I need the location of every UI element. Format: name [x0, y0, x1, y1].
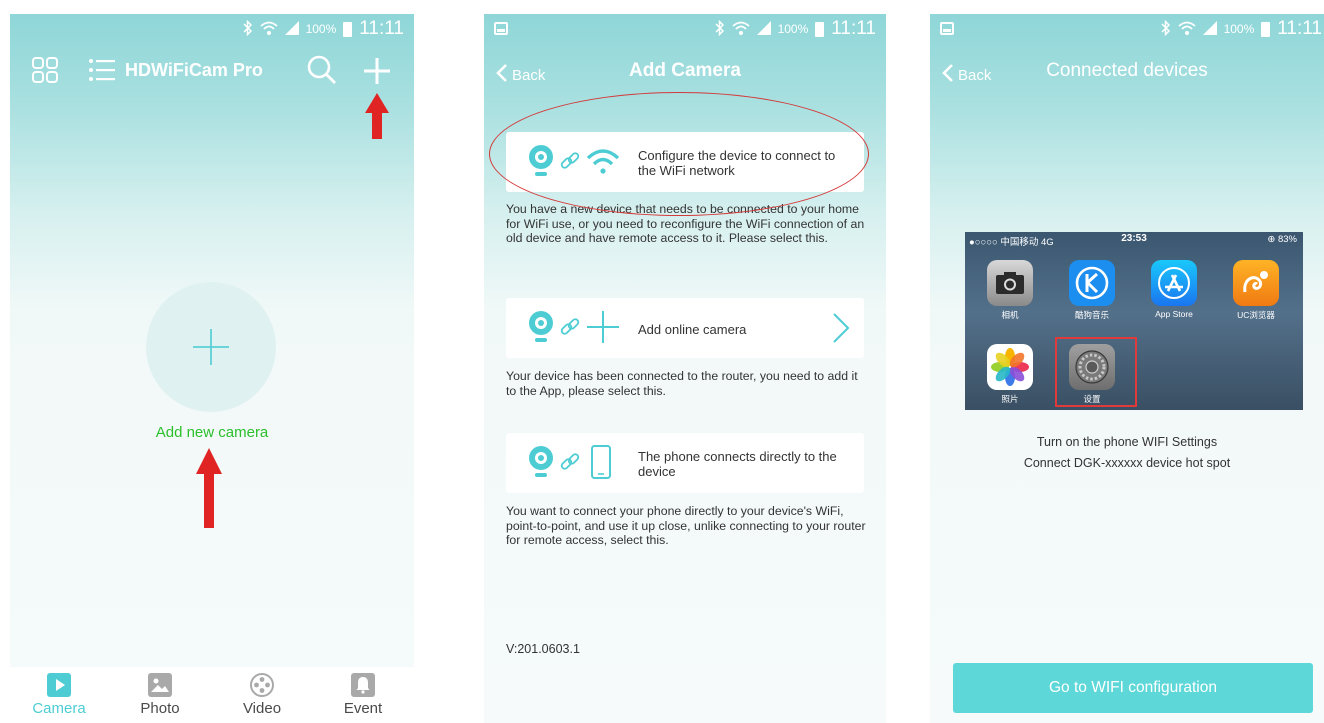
clock: 11:11 [1277, 18, 1322, 39]
grid-view-icon[interactable] [32, 57, 58, 83]
annotation-arrow-up-icon [365, 93, 389, 144]
signal-icon [1202, 20, 1217, 38]
annotation-arrow-up-icon [196, 448, 222, 533]
tab-camera[interactable]: Camera [19, 673, 99, 717]
wifi-status-icon [1177, 20, 1196, 39]
app-store-icon [1151, 260, 1197, 306]
status-bar: 100% 11:11 [10, 14, 414, 46]
add-device-plus-icon[interactable] [362, 56, 392, 86]
option-description: You want to connect your phone directly … [506, 504, 866, 547]
ios-status-bar: ●○○○○ 中国移动 4G 23:53 ⊕ 83% [965, 232, 1303, 248]
home-screen: 100% 11:11 HDWiFiCam Pro Add new camera … [10, 14, 414, 723]
battery-percent: 100% [777, 22, 809, 36]
camera-app-icon [987, 260, 1033, 306]
bluetooth-icon [1161, 19, 1171, 39]
go-to-wifi-configuration-button[interactable]: Go to WIFI configuration [953, 663, 1313, 713]
gallery-notification-icon [494, 22, 508, 35]
ios-clock: 23:53 [1121, 233, 1147, 244]
clock: 11:11 [831, 18, 876, 39]
app-uc-browser: UC浏览器 [1226, 260, 1286, 321]
plus-icon [193, 329, 229, 365]
instruction-line: Turn on the phone WIFI Settings [1036, 435, 1218, 449]
ios-battery: ⊕ 83% [1267, 234, 1297, 245]
app-label: 酷狗音乐 [1074, 310, 1109, 320]
app-label: App Store [1155, 309, 1193, 319]
bell-icon [351, 673, 375, 697]
battery-icon [343, 21, 353, 37]
option-add-online-camera[interactable]: Add online camera [506, 298, 864, 358]
app-app-store: App Store [1144, 260, 1204, 319]
add-camera-button[interactable] [146, 282, 276, 412]
app-header: HDWiFiCam Pro [10, 50, 414, 92]
camera-icon [528, 445, 554, 484]
app-label: 相机 [1001, 310, 1019, 320]
battery-icon [1261, 21, 1271, 37]
list-view-icon[interactable] [88, 57, 116, 83]
clock: 11:11 [359, 18, 404, 39]
camera-icon [528, 310, 554, 349]
app-kugou: 酷狗音乐 [1062, 260, 1122, 321]
option-label: The phone connects directly to the devic… [638, 449, 837, 479]
bluetooth-icon [243, 19, 253, 39]
signal-icon [284, 20, 299, 38]
app-label: UC浏览器 [1237, 310, 1275, 320]
app-photos: 照片 [980, 344, 1040, 405]
play-icon [47, 673, 71, 697]
smartphone-icon [586, 444, 616, 484]
status-bar: 100% 11:11 [930, 14, 1324, 46]
add-camera-screen: 100% 11:11 Back Add Camera Configure the… [484, 14, 886, 723]
app-version: V:201.0603.1 [506, 642, 580, 656]
option-phone-direct-connect[interactable]: The phone connects directly to the devic… [506, 433, 864, 493]
tab-label: Event [343, 700, 383, 717]
wifi-status-icon [731, 20, 750, 39]
page-title: Add Camera [629, 60, 741, 81]
nav-bar: Back Connected devices [930, 56, 1324, 92]
bluetooth-icon [715, 19, 725, 39]
app-camera: 相机 [980, 260, 1040, 321]
annotation-ellipse [489, 92, 869, 216]
screenshot-stage: 100% 11:11 HDWiFiCam Pro Add new camera … [0, 0, 1324, 723]
tab-label: Camera [32, 700, 86, 717]
nav-bar: Back Add Camera [484, 56, 886, 92]
tab-label: Photo [140, 700, 180, 717]
ios-home-screenshot: ●○○○○ 中国移动 4G 23:53 ⊕ 83% 相机 酷狗音乐 App St… [965, 232, 1303, 410]
bottom-tab-bar: Camera Photo Video Event [10, 667, 414, 723]
app-title: HDWiFiCam Pro [125, 60, 263, 80]
tab-photo[interactable]: Photo [120, 673, 200, 717]
kugou-app-icon [1069, 260, 1115, 306]
plus-icon [586, 310, 620, 349]
option-label: Add online camera [638, 322, 747, 337]
settings-highlight-box [1055, 337, 1137, 407]
gallery-notification-icon [940, 22, 954, 35]
app-label: 照片 [1001, 394, 1019, 404]
instruction-line: Connect DGK-xxxxxx device hot spot [1023, 456, 1231, 470]
link-icon [558, 315, 582, 344]
tab-event[interactable]: Event [323, 673, 403, 717]
uc-browser-icon [1233, 260, 1279, 306]
wifi-status-icon [259, 20, 278, 39]
link-icon [558, 450, 582, 479]
photos-app-icon [987, 344, 1033, 390]
image-icon [148, 673, 172, 697]
signal-icon [756, 20, 771, 38]
chevron-right-icon [832, 312, 850, 349]
tab-video[interactable]: Video [222, 673, 302, 717]
connected-devices-screen: 100% 11:11 Back Connected devices ●○○○○ … [930, 14, 1324, 723]
battery-percent: 100% [1223, 22, 1255, 36]
battery-icon [815, 21, 825, 37]
add-camera-label[interactable]: Add new camera [10, 424, 414, 441]
search-icon[interactable] [306, 54, 338, 86]
instructions: Turn on the phone WIFI Settings Connect … [930, 432, 1324, 474]
page-title: Connected devices [1046, 60, 1208, 81]
film-reel-icon [250, 673, 274, 697]
status-bar: 100% 11:11 [484, 14, 886, 46]
battery-percent: 100% [305, 22, 337, 36]
tab-label: Video [242, 700, 282, 717]
option-description: Your device has been connected to the ro… [506, 369, 858, 398]
